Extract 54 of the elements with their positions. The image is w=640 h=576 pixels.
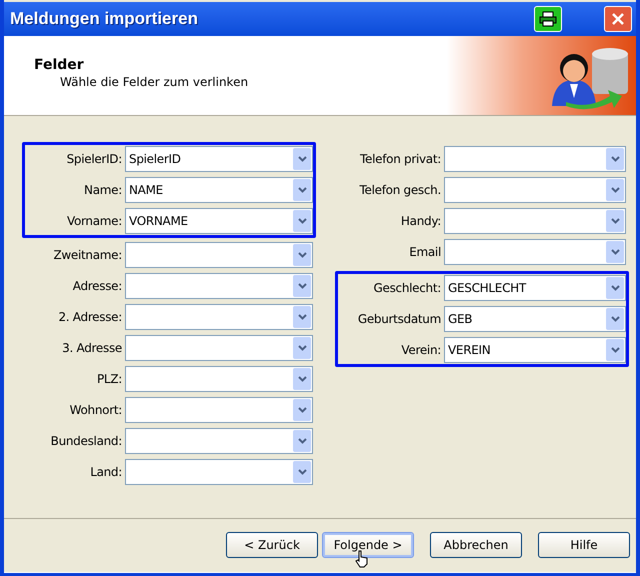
close-icon bbox=[611, 12, 625, 26]
field-label: 2. Adresse: bbox=[57, 309, 123, 326]
dropdown-field[interactable] bbox=[444, 239, 626, 265]
field-label: Wohnort: bbox=[68, 402, 123, 419]
field-value: GEB bbox=[448, 311, 472, 328]
dialog-button[interactable]: Hilfe bbox=[538, 532, 630, 558]
printer-button[interactable] bbox=[534, 6, 562, 32]
field-label: Name: bbox=[83, 182, 123, 199]
dropdown-field[interactable]: NAME bbox=[125, 177, 313, 203]
field-label: Zweitname: bbox=[52, 247, 123, 264]
dialog-button[interactable]: Folgende > bbox=[322, 532, 414, 558]
dropdown-field[interactable]: GEB bbox=[444, 306, 626, 332]
dropdown-field[interactable]: VORNAME bbox=[125, 208, 313, 234]
field-label: Telefon privat: bbox=[359, 151, 442, 168]
field-label: 3. Adresse bbox=[61, 340, 123, 357]
dropdown-field[interactable]: VEREIN bbox=[444, 337, 626, 363]
dropdown-field[interactable]: SpielerID bbox=[125, 146, 313, 172]
field-label: Vorname: bbox=[66, 213, 123, 230]
field-label: Geburtsdatum bbox=[356, 311, 442, 328]
field-label: SpielerID: bbox=[66, 151, 123, 168]
field-value: VEREIN bbox=[448, 342, 490, 359]
field-label: Handy: bbox=[400, 213, 442, 230]
dropdown-field[interactable] bbox=[444, 177, 626, 203]
field-value: NAME bbox=[129, 182, 163, 199]
field-label: Telefon gesch. bbox=[358, 182, 442, 199]
dropdown-field[interactable] bbox=[125, 428, 313, 454]
field-label: Bundesland: bbox=[50, 433, 123, 450]
dropdown-field[interactable] bbox=[125, 335, 313, 361]
dropdown-field[interactable] bbox=[444, 146, 626, 172]
field-value: SpielerID bbox=[129, 151, 181, 168]
dialog-button[interactable]: Abbrechen bbox=[430, 532, 522, 558]
field-label: Geschlecht: bbox=[372, 280, 442, 297]
field-label: PLZ: bbox=[96, 371, 123, 388]
header-subtitle: Wähle die Felder zum verlinken bbox=[59, 74, 248, 90]
dropdown-field[interactable]: GESCHLECHT bbox=[444, 275, 626, 301]
field-label: Land: bbox=[89, 464, 123, 481]
header-title: Felder bbox=[34, 56, 85, 74]
field-label: Verein: bbox=[400, 342, 442, 359]
dropdown-field[interactable] bbox=[444, 208, 626, 234]
printer-icon bbox=[539, 11, 557, 27]
field-label: Adresse: bbox=[72, 278, 123, 295]
field-value: GESCHLECHT bbox=[448, 280, 526, 297]
close-button[interactable] bbox=[604, 6, 632, 32]
hand-cursor-icon bbox=[355, 550, 369, 568]
window-title: Meldungen importieren bbox=[10, 8, 199, 30]
dropdown-field[interactable] bbox=[125, 242, 313, 268]
field-label: Email bbox=[408, 244, 442, 261]
dropdown-field[interactable] bbox=[125, 397, 313, 423]
dropdown-field[interactable] bbox=[125, 304, 313, 330]
field-value: VORNAME bbox=[129, 213, 188, 230]
dialog-button[interactable]: < Zurück bbox=[226, 532, 318, 558]
dropdown-field[interactable] bbox=[125, 366, 313, 392]
dropdown-field[interactable] bbox=[125, 273, 313, 299]
dropdown-field[interactable] bbox=[125, 459, 313, 485]
